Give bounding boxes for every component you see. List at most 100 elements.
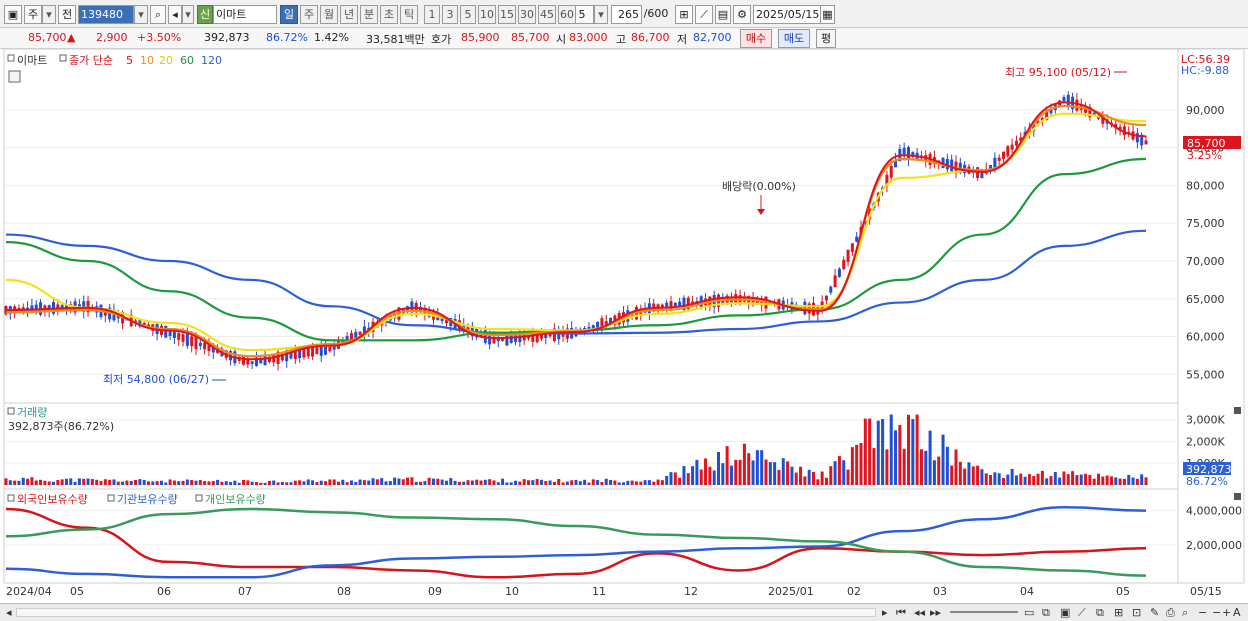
- volume-bar: [742, 443, 746, 485]
- chart-svg[interactable]: 90,00085,00080,00075,00070,00065,00060,0…: [0, 48, 1248, 604]
- code-dropdown-icon[interactable]: ▾: [134, 5, 148, 24]
- volume-bar: [980, 469, 984, 485]
- period-tab[interactable]: 틱: [400, 5, 418, 24]
- search-icon[interactable]: ⌕: [150, 5, 166, 24]
- volume-bar: [492, 480, 496, 485]
- type-dropdown-icon[interactable]: ▾: [42, 5, 56, 24]
- zoom-in-icon[interactable]: +: [1222, 606, 1231, 619]
- candle-body: [855, 236, 859, 242]
- price-y-tick: 90,000: [1186, 104, 1225, 117]
- volume-bar: [1135, 478, 1139, 485]
- minus-icon[interactable]: −: [1212, 606, 1221, 619]
- interval-tab[interactable]: 10: [478, 5, 496, 24]
- interval-tab[interactable]: 5: [460, 5, 476, 24]
- volume-panel: [3, 402, 1179, 490]
- chart-toolbar: ▣ 주 ▾ 전 139480 ▾ ⌕ ◂ ▾ 신 이마트 5 ▾ 265 /60…: [0, 0, 1248, 28]
- horizontal-scrollbar[interactable]: [16, 608, 876, 617]
- volume-bar: [427, 477, 431, 485]
- x-label: 06: [157, 585, 171, 598]
- date-input[interactable]: 2025/05/15: [753, 5, 821, 24]
- period-tab[interactable]: 년: [340, 5, 358, 24]
- volume-bar: [151, 481, 155, 485]
- export-icon[interactable]: ⧉: [1096, 606, 1104, 620]
- period-tab[interactable]: 주: [300, 5, 318, 24]
- print-icon[interactable]: ⎙: [1166, 606, 1175, 620]
- calendar-icon[interactable]: ▦: [820, 5, 835, 24]
- play-back-icon[interactable]: ◂◂: [914, 606, 925, 619]
- chart-area[interactable]: 90,00085,00080,00075,00070,00065,00060,0…: [0, 48, 1248, 604]
- pen-icon[interactable]: ✎: [1150, 606, 1159, 619]
- image-icon[interactable]: ▣: [1060, 606, 1070, 619]
- grid-settings-icon[interactable]: ⊞: [675, 5, 693, 24]
- interval-tab[interactable]: 30: [518, 5, 536, 24]
- play-forward-icon[interactable]: ▸▸: [930, 606, 941, 619]
- copy-icon[interactable]: ⧉: [1042, 606, 1050, 620]
- candle-body: [850, 243, 854, 252]
- volume-bar: [436, 478, 440, 485]
- font-size-icon[interactable]: A: [1233, 606, 1241, 619]
- volume-panel-close-icon[interactable]: [1234, 407, 1241, 414]
- zoom-icon[interactable]: ⌕: [1182, 606, 1188, 620]
- zoom-out-icon[interactable]: −: [1198, 606, 1207, 619]
- interval-tab[interactable]: 45: [538, 5, 556, 24]
- volume-bar: [967, 462, 971, 485]
- type-select[interactable]: 주: [24, 5, 42, 24]
- volume-bar: [311, 480, 315, 485]
- avg-button[interactable]: 평: [816, 29, 836, 48]
- chart-menu-icon[interactable]: ▣: [4, 5, 22, 24]
- volume-bar: [362, 480, 366, 485]
- table-view-icon[interactable]: [8, 70, 21, 83]
- interval-tab[interactable]: 3: [442, 5, 458, 24]
- prev-button[interactable]: 전: [58, 5, 76, 24]
- draw-icon[interactable]: ⟋: [1078, 606, 1086, 620]
- legend-institution: 기관보유수량: [117, 493, 178, 506]
- count-input[interactable]: 265: [611, 5, 642, 24]
- rewind-icon[interactable]: ⏮: [896, 606, 906, 620]
- speaker-icon[interactable]: ◂: [168, 5, 182, 24]
- volume-bar: [630, 480, 634, 485]
- lock-icon[interactable]: ⊡: [1132, 606, 1141, 619]
- volume-bar: [203, 481, 207, 485]
- zoom-slider[interactable]: [950, 611, 1018, 613]
- bid-price: 85,700: [511, 31, 550, 44]
- sell-button[interactable]: 매도: [778, 29, 810, 48]
- speaker-dropdown-icon[interactable]: ▾: [182, 5, 194, 24]
- volume-bar: [794, 472, 798, 485]
- volume-bar: [695, 459, 699, 485]
- layout-icon[interactable]: ▭: [1024, 606, 1034, 619]
- volume-bar: [406, 477, 410, 485]
- x-label: 12: [684, 585, 698, 598]
- holdings-panel-close-icon[interactable]: [1234, 493, 1241, 500]
- interval-tab[interactable]: 1: [424, 5, 440, 24]
- save-icon[interactable]: ▤: [715, 5, 731, 24]
- volume-bar: [263, 482, 267, 485]
- buy-button[interactable]: 매수: [740, 29, 772, 48]
- stock-name-input[interactable]: 이마트: [213, 5, 277, 24]
- volume-bar: [475, 479, 479, 485]
- scroll-left-icon[interactable]: ◂: [6, 606, 12, 619]
- volume-y-tick: 3,000K: [1186, 414, 1225, 427]
- volume-bar: [332, 479, 336, 485]
- volume-bar: [82, 478, 86, 485]
- draw-tool-icon[interactable]: ⟋: [695, 5, 713, 24]
- candle-body: [1075, 99, 1079, 111]
- interval-dropdown-icon[interactable]: ▾: [594, 5, 608, 24]
- stock-code-input[interactable]: 139480: [78, 5, 134, 24]
- interval-tab[interactable]: 60: [558, 5, 576, 24]
- period-tab[interactable]: 일: [280, 5, 298, 24]
- volume-bar: [561, 482, 565, 485]
- interval-tab[interactable]: 15: [498, 5, 516, 24]
- candle-body: [1014, 140, 1018, 146]
- volume-bar: [604, 478, 608, 485]
- gear-icon[interactable]: ⚙: [733, 5, 751, 24]
- candle-body: [177, 333, 181, 340]
- volume-bar: [375, 479, 379, 485]
- grid-icon[interactable]: ⊞: [1114, 606, 1123, 619]
- volume-bar: [444, 480, 448, 485]
- scroll-right-icon[interactable]: ▸: [882, 606, 888, 619]
- new-listing-badge: 신: [197, 5, 213, 24]
- period-tab[interactable]: 초: [380, 5, 398, 24]
- period-tab[interactable]: 월: [320, 5, 338, 24]
- period-tab[interactable]: 분: [360, 5, 378, 24]
- price-panel: [3, 48, 1179, 404]
